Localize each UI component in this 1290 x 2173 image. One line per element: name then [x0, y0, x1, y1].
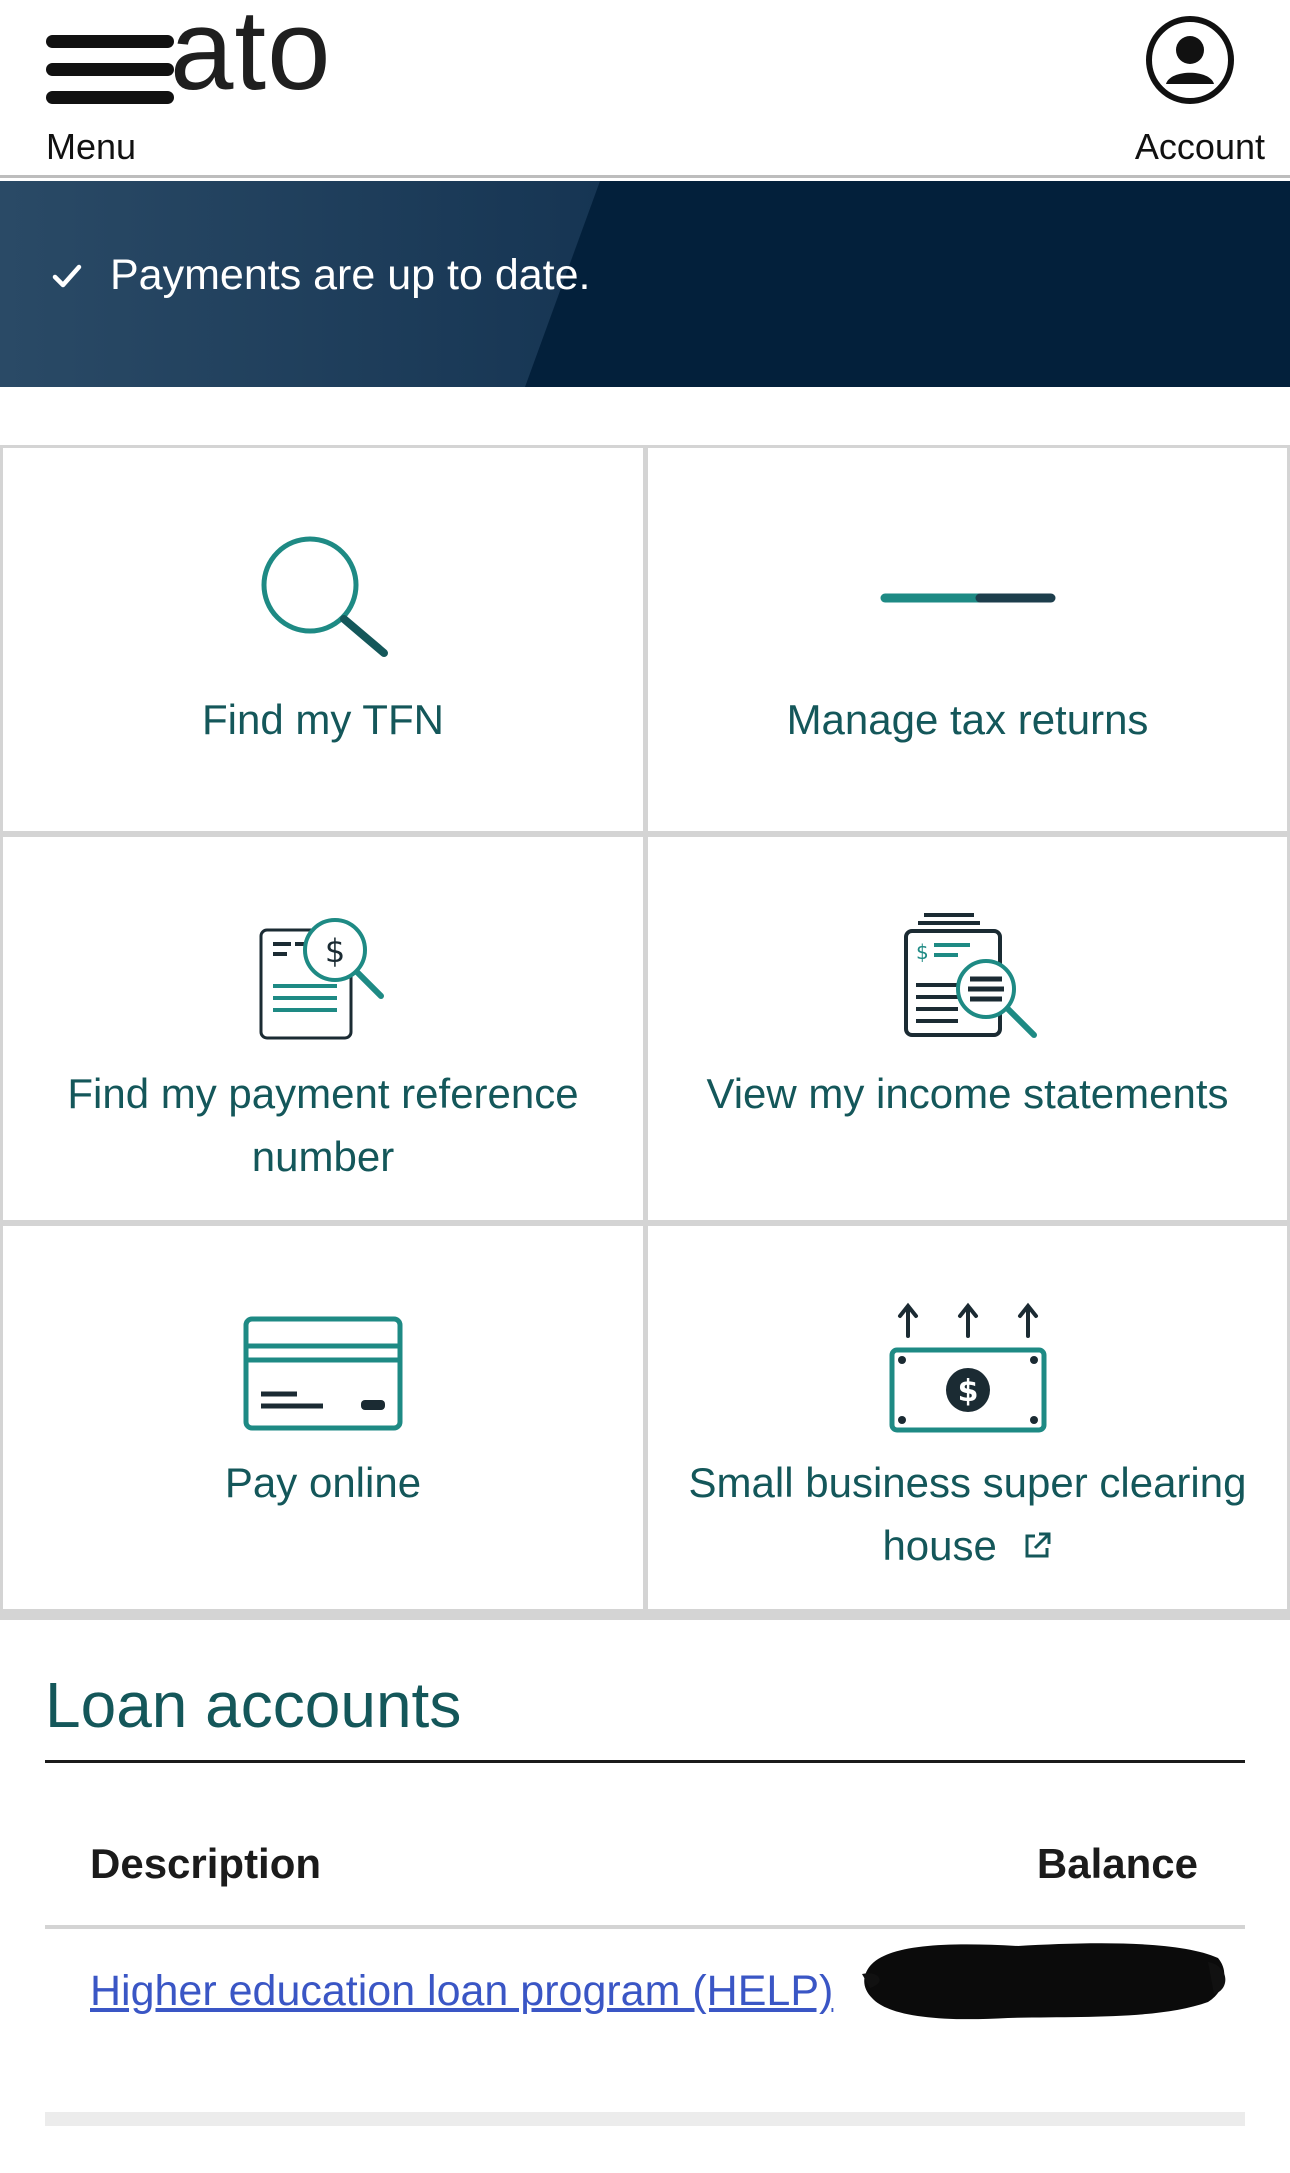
tile-label: Pay online — [224, 1459, 422, 1506]
tile-find-payment-reference[interactable]: $ Find my payment reference number — [3, 837, 643, 1220]
magnifier-icon — [261, 536, 388, 657]
tile-label-text: Small business super clearing house — [688, 1459, 1247, 1569]
progress-bar-icon — [880, 593, 1056, 603]
tile-find-my-tfn[interactable]: Find my TFN — [3, 448, 643, 831]
tile-view-income-statements[interactable]: $ View my income statements — [648, 837, 1287, 1220]
statements-search-icon: $ — [904, 913, 1037, 1038]
table-footer-rule — [45, 2112, 1245, 2126]
loan-accounts-heading: Loan accounts — [45, 1669, 462, 1741]
quick-links-grid: Find my TFN Manage tax returns $ Find my… — [0, 445, 1290, 1620]
tile-label: Find my TFN — [202, 696, 444, 743]
tile-label: View my income statements — [706, 1070, 1229, 1117]
svg-text:$: $ — [958, 1374, 979, 1409]
tile-label: Manage tax returns — [786, 696, 1149, 743]
money-upload-icon: $ — [889, 1302, 1047, 1433]
account-label: Account — [1134, 126, 1265, 167]
hamburger-icon — [46, 30, 174, 110]
tile-label: Small business super clearing house — [668, 1451, 1267, 1577]
ato-logo[interactable]: ato — [170, 0, 331, 108]
menu-button[interactable]: Menu — [40, 20, 180, 170]
checkmark-icon — [52, 264, 82, 287]
svg-text:$: $ — [916, 940, 929, 964]
external-link-icon — [1025, 1532, 1051, 1558]
account-button[interactable]: Account — [1100, 14, 1265, 167]
column-header-balance: Balance — [1036, 1840, 1198, 1887]
column-header-description: Description — [90, 1840, 322, 1887]
credit-card-icon — [243, 1316, 403, 1431]
svg-text:$: $ — [325, 932, 345, 970]
tile-pay-online[interactable]: Pay online — [3, 1226, 643, 1609]
document-search-dollar-icon: $ — [259, 918, 384, 1040]
banner-message: Payments are up to date. — [52, 251, 590, 300]
tile-manage-tax-returns[interactable]: Manage tax returns — [648, 448, 1287, 831]
divider — [45, 1925, 1245, 1929]
user-circle-icon — [1146, 16, 1234, 104]
divider — [45, 1760, 1245, 1763]
tile-label: Find my payment reference number — [67, 1070, 579, 1180]
tile-small-business-super[interactable]: $ Small business super clearing house — [648, 1226, 1287, 1609]
banner-text: Payments are up to date. — [110, 251, 591, 299]
help-loan-link[interactable]: Higher education loan program (HELP) — [90, 1960, 850, 2023]
status-banner: Payments are up to date. — [0, 181, 1290, 387]
app-header: Menu ato Account — [0, 0, 1290, 178]
redacted-balance — [862, 1943, 1226, 2020]
menu-label: Menu — [46, 126, 137, 167]
